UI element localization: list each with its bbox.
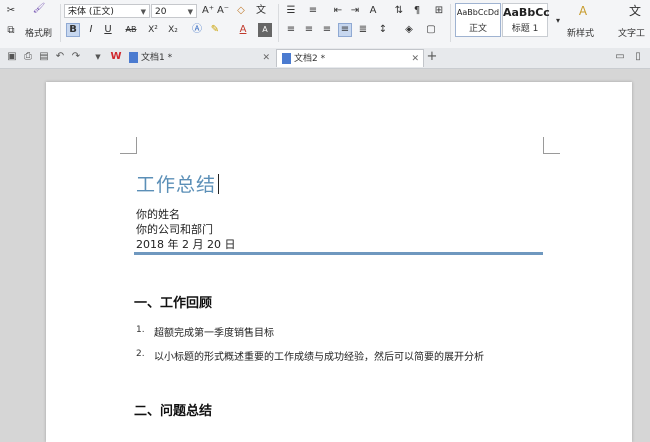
tab-label: 文档2 *	[294, 54, 326, 64]
tab-label: 文档1 *	[141, 53, 173, 63]
document-page[interactable]: 工作总结 你的姓名 你的公司和部门 2018 年 2 月 20 日 一、工作回顾…	[46, 82, 632, 442]
cut-icon[interactable]: ✂	[4, 4, 18, 18]
decrease-indent-icon[interactable]: ⇤	[331, 4, 345, 18]
font-name-select[interactable]: 宋体 (正文) ▼	[64, 4, 150, 18]
new-style-button[interactable]: 新样式	[567, 26, 594, 39]
section-heading-issues[interactable]: 二、问题总结	[134, 400, 212, 419]
line-spacing-icon[interactable]: ↕	[376, 23, 390, 37]
font-size-value: 20	[155, 7, 167, 17]
document-title-text: 工作总结	[136, 174, 217, 196]
strikethrough-button[interactable]: AB	[124, 23, 138, 37]
document-title[interactable]: 工作总结	[136, 170, 220, 197]
align-left-icon[interactable]: ≡	[284, 23, 298, 37]
window-icon[interactable]: ▭	[614, 51, 626, 63]
list-item[interactable]: 以小标题的形式概述重要的工作成绩与成功经验，然后可以简要的展开分析	[154, 348, 484, 363]
show-marks-icon[interactable]: ¶	[410, 4, 424, 18]
window-options-icon[interactable]: ▯	[632, 51, 644, 63]
chevron-down-icon: ▼	[187, 8, 193, 16]
shrink-font-button[interactable]: A⁻	[216, 4, 230, 18]
title-divider	[134, 252, 543, 255]
tab-document-1[interactable]: 文档1 * ✕	[124, 49, 274, 67]
wps-logo-icon[interactable]: W	[110, 51, 122, 63]
print-icon[interactable]: ⎙	[22, 51, 34, 63]
format-painter-button[interactable]: 格式刷	[25, 26, 52, 39]
separator	[450, 4, 451, 42]
sort-icon[interactable]: ⇅	[392, 4, 406, 18]
print-preview-icon[interactable]: ▤	[38, 51, 50, 63]
subscript-button[interactable]: X₂	[166, 23, 180, 37]
tab-document-2[interactable]: 文档2 * ✕	[276, 49, 424, 67]
separator	[278, 4, 279, 42]
close-icon[interactable]: ✕	[262, 49, 270, 67]
italic-button[interactable]: I	[84, 23, 98, 37]
style-normal[interactable]: AaBbCcDd 正文	[455, 3, 501, 37]
bullets-icon[interactable]: ☰	[284, 4, 298, 18]
ribbon-toolbar: ✂ 🖌 格式刷 ⧉ 宋体 (正文) ▼ 20 ▼ A⁺ A⁻ ◇ 文 B I U…	[0, 0, 650, 49]
document-icon	[129, 52, 138, 63]
list-item[interactable]: 超额完成第一季度销售目标	[154, 324, 274, 339]
document-tab-bar: ▣ ⎙ ▤ ↶ ↷ ▼ W 文档1 * ✕ 文档2 * ✕ + ▭ ▯	[0, 48, 650, 69]
style-name: 标题 1	[511, 24, 539, 34]
list-item-number: 2.	[136, 349, 145, 359]
save-icon[interactable]: ▣	[6, 51, 18, 63]
style-sample: AaBbCcDd	[456, 8, 500, 17]
document-date[interactable]: 2018 年 2 月 20 日	[136, 236, 235, 252]
grow-font-button[interactable]: A⁺	[201, 4, 215, 18]
list-item-number: 1.	[136, 325, 145, 335]
company-department[interactable]: 你的公司和部门	[136, 221, 213, 237]
increase-indent-icon[interactable]: ⇥	[348, 4, 362, 18]
style-name: 正文	[468, 24, 487, 34]
justify-icon[interactable]: ≡	[338, 23, 352, 37]
style-sample: AaBbCc	[503, 6, 550, 19]
undo-icon[interactable]: ↶	[54, 51, 66, 63]
underline-button[interactable]: U	[101, 23, 115, 37]
clear-format-icon[interactable]: ◇	[234, 4, 248, 18]
text-effect-icon[interactable]: Ⓐ	[190, 23, 204, 37]
text-direction-icon[interactable]: A	[366, 4, 380, 18]
margin-marker	[120, 137, 137, 154]
distributed-icon[interactable]: ≣	[356, 23, 370, 37]
new-style-icon[interactable]: A	[576, 4, 590, 18]
align-center-icon[interactable]: ≡	[302, 23, 316, 37]
chevron-down-icon: ▼	[140, 8, 146, 16]
char-shading-icon[interactable]: A	[258, 23, 272, 37]
margin-marker	[543, 137, 560, 154]
align-right-icon[interactable]: ≡	[320, 23, 334, 37]
author-name[interactable]: 你的姓名	[136, 206, 180, 222]
font-name-value: 宋体 (正文)	[68, 7, 114, 17]
table-icon[interactable]: ⊞	[432, 4, 446, 18]
highlight-icon[interactable]: ✎	[208, 23, 222, 37]
copy-icon[interactable]: ⧉	[4, 24, 18, 38]
text-cursor	[218, 174, 220, 194]
text-tools-button[interactable]: 文字工	[618, 26, 645, 39]
superscript-button[interactable]: X²	[146, 23, 160, 37]
redo-icon[interactable]: ↷	[70, 51, 82, 63]
chevron-down-icon[interactable]: ▼	[92, 51, 104, 63]
font-color-icon[interactable]: A	[236, 23, 250, 37]
styles-more-icon[interactable]: ▾	[551, 14, 565, 28]
numbering-icon[interactable]: ≡	[306, 4, 320, 18]
document-icon	[282, 53, 291, 64]
format-painter-icon[interactable]: 🖌	[32, 2, 46, 16]
phonetic-guide-icon[interactable]: 文	[254, 4, 268, 18]
borders-icon[interactable]: ▢	[424, 23, 438, 37]
new-tab-icon[interactable]: +	[426, 50, 438, 63]
shading-icon[interactable]: ◈	[402, 23, 416, 37]
section-heading-review[interactable]: 一、工作回顾	[134, 292, 212, 311]
style-heading-1[interactable]: AaBbCc 标题 1	[502, 3, 550, 37]
font-size-select[interactable]: 20 ▼	[151, 4, 197, 18]
bold-button[interactable]: B	[66, 23, 80, 37]
close-icon[interactable]: ✕	[411, 50, 419, 68]
text-tools-icon[interactable]: 文	[628, 4, 642, 18]
separator	[60, 4, 61, 42]
